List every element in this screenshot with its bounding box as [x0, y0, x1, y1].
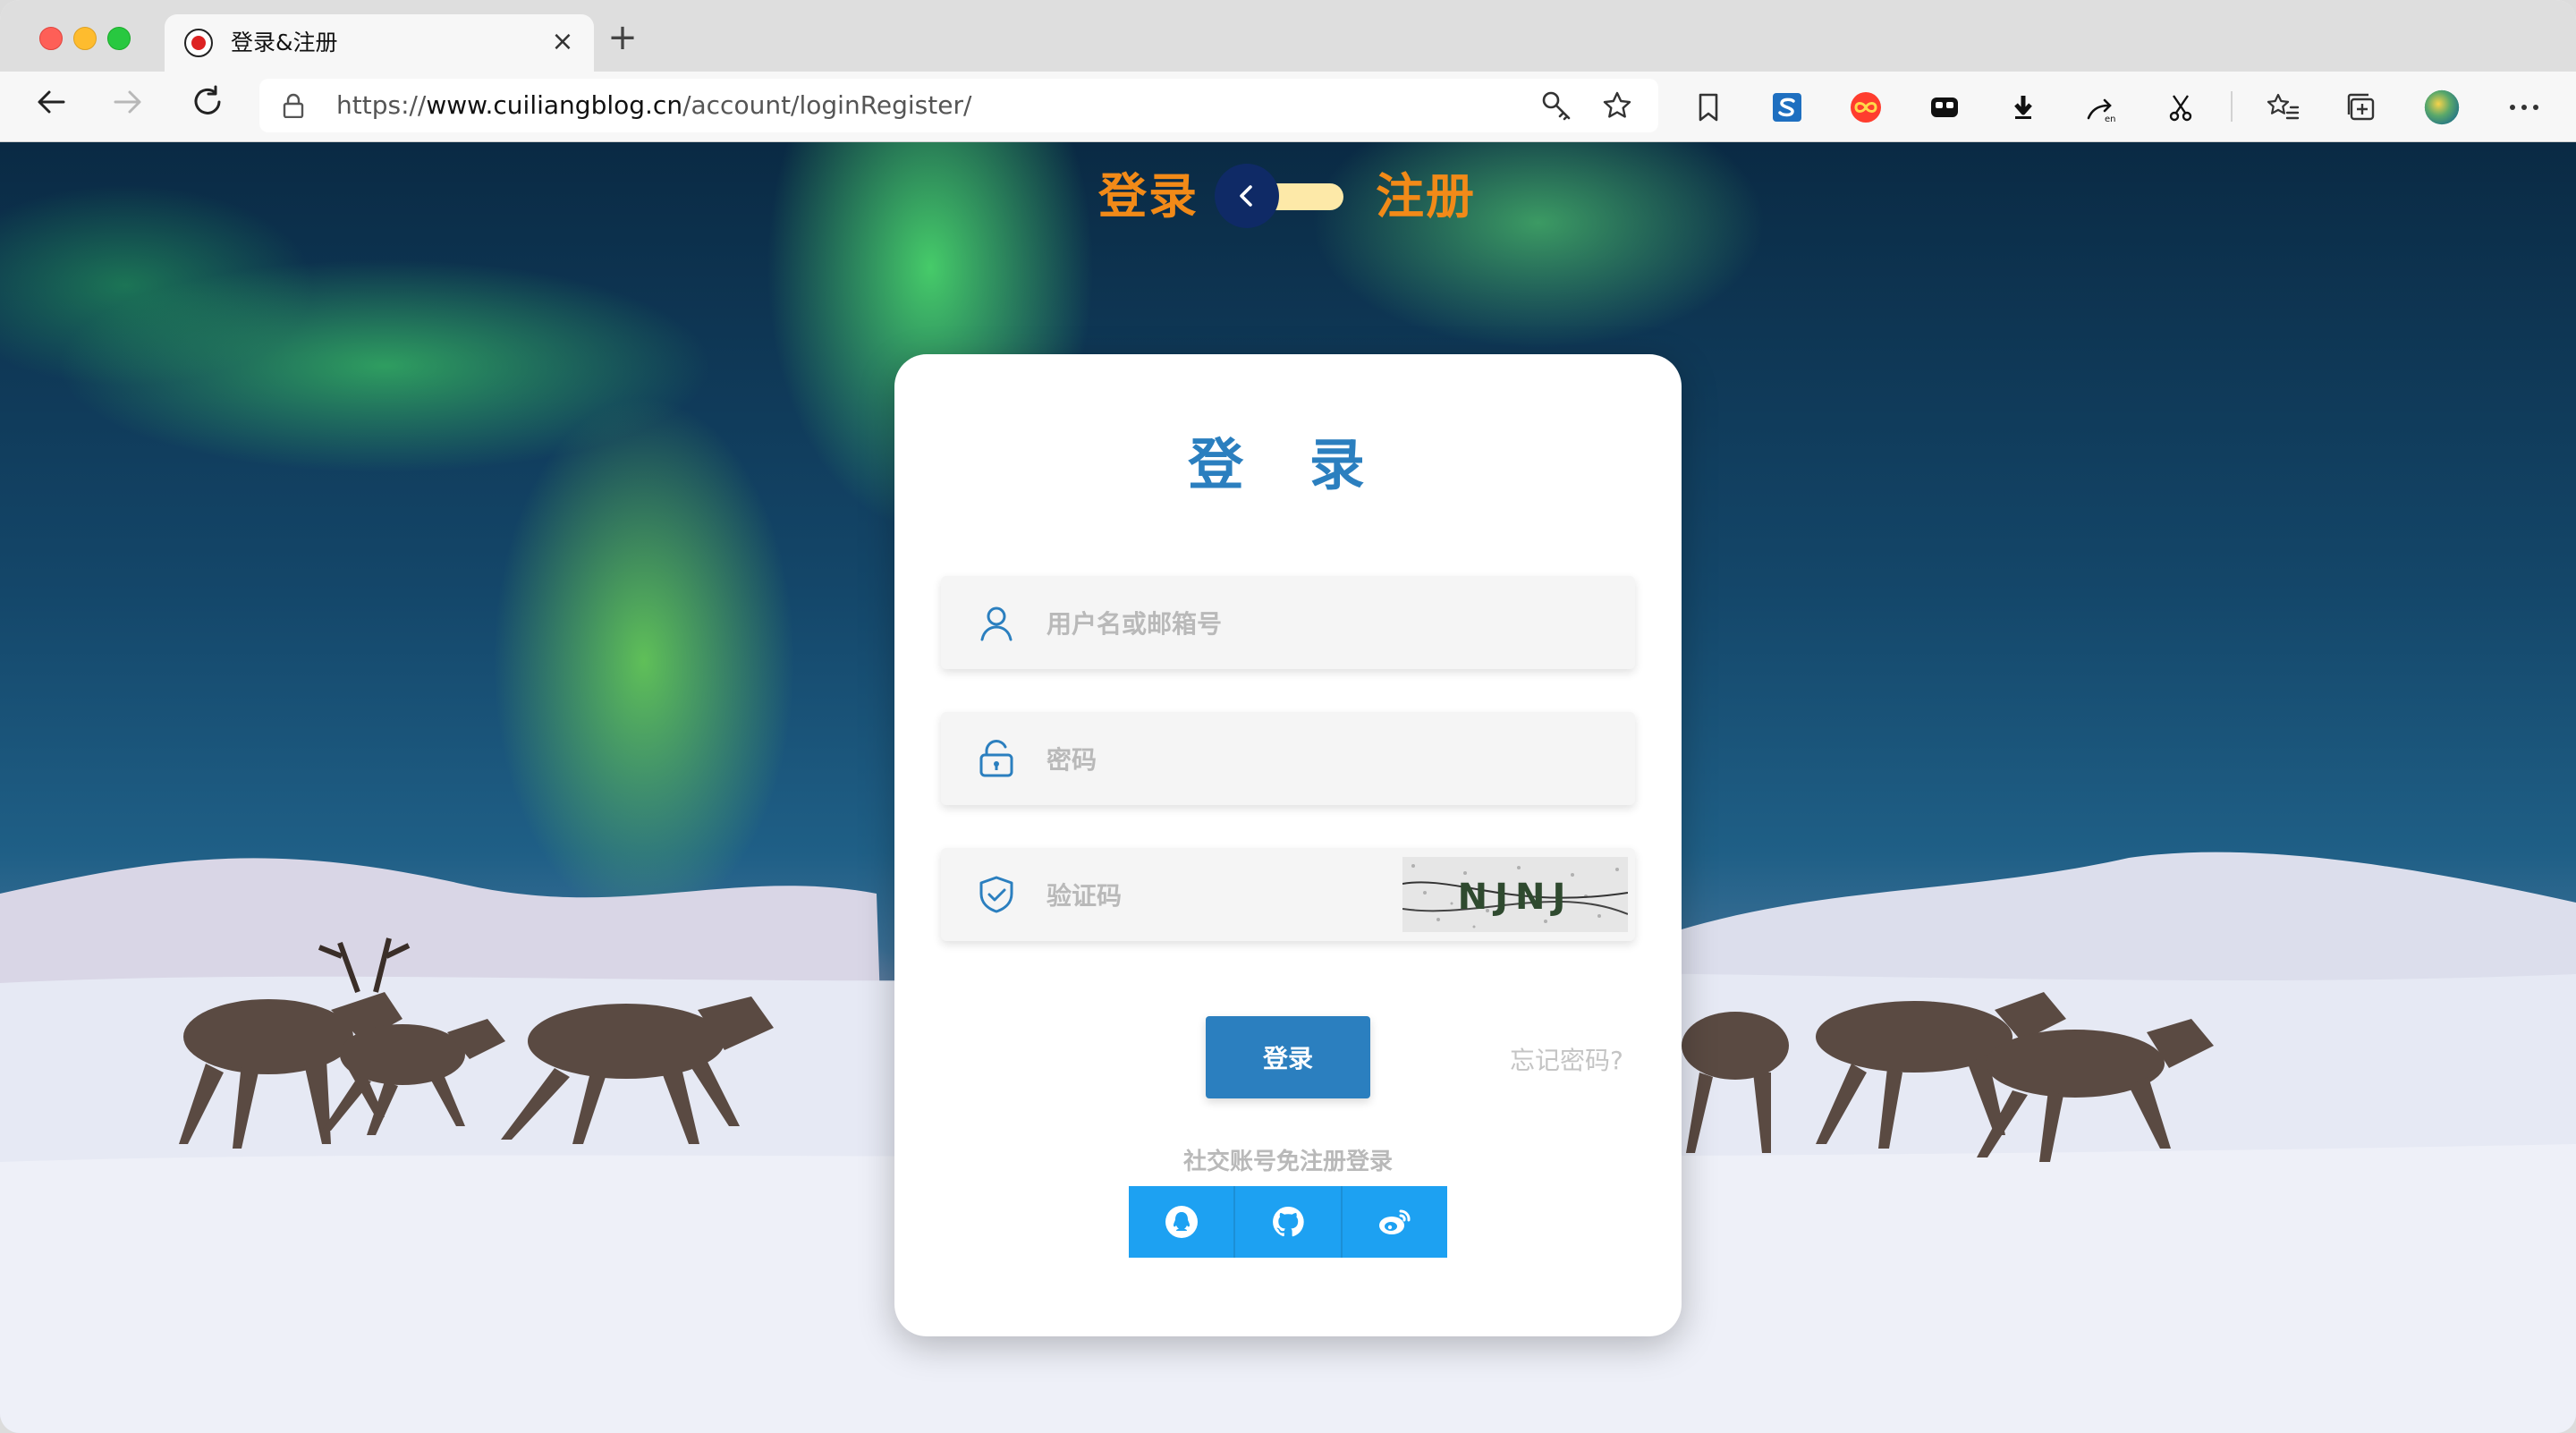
- password-input[interactable]: [1045, 735, 1424, 784]
- weibo-icon: [1379, 1209, 1411, 1234]
- toggle-chevron-left-icon[interactable]: [1215, 164, 1279, 228]
- mask-extension-icon[interactable]: [1927, 89, 1962, 125]
- maximize-window-button[interactable]: [107, 27, 131, 50]
- qq-login-button[interactable]: [1129, 1186, 1236, 1258]
- username-field[interactable]: [941, 576, 1635, 669]
- captcha-input[interactable]: [1045, 871, 1335, 920]
- svg-text:en: en: [2105, 114, 2116, 123]
- login-submit-button[interactable]: 登录: [1206, 1016, 1370, 1098]
- collections-icon[interactable]: [2343, 89, 2379, 125]
- minimize-window-button[interactable]: [73, 27, 97, 50]
- infinity-extension-icon[interactable]: [1848, 89, 1884, 125]
- lock-icon: [283, 93, 304, 118]
- forgot-password-link[interactable]: 忘记密码?: [1510, 1045, 1623, 1077]
- tab-title: 登录&注册: [231, 30, 338, 55]
- favorites-icon[interactable]: [2265, 89, 2301, 125]
- address-bar[interactable]: https://www.cuiliangblog.cn/account/logi…: [259, 79, 1658, 132]
- forward-icon[interactable]: [106, 84, 150, 129]
- key-icon[interactable]: [1540, 89, 1572, 122]
- github-login-button[interactable]: [1235, 1186, 1343, 1258]
- padlock-icon: [979, 740, 1013, 777]
- scissors-icon[interactable]: [2163, 89, 2199, 125]
- switch-register-label[interactable]: 注册: [1376, 165, 1476, 228]
- browser-toolbar: https://www.cuiliangblog.cn/account/logi…: [0, 72, 2576, 142]
- captcha-image[interactable]: NJNJ: [1402, 857, 1628, 932]
- reload-icon[interactable]: [184, 84, 229, 129]
- url-path: /account/loginRegister/: [682, 90, 972, 120]
- translate-icon[interactable]: en: [2084, 89, 2120, 125]
- more-icon[interactable]: [2506, 89, 2542, 125]
- reindeer-right-group: [1682, 992, 2214, 1162]
- login-title: 登 录: [1188, 432, 1388, 497]
- reindeer-left-group: [179, 937, 774, 1149]
- new-tab-icon[interactable]: +: [605, 20, 640, 55]
- profile-avatar[interactable]: [2424, 89, 2460, 125]
- page-content: 登录 注册 登 录 用户名或邮箱号 验证码 NJNJ 登录 忘记密码? 社交账号…: [0, 142, 2576, 1433]
- social-login-buttons: [1129, 1186, 1447, 1258]
- close-tab-icon[interactable]: ×: [547, 27, 578, 57]
- password-field[interactable]: [941, 712, 1635, 805]
- tab-strip: 登录&注册 × +: [0, 0, 2576, 72]
- close-window-button[interactable]: [39, 27, 63, 50]
- captcha-text: NJNJ: [1458, 877, 1573, 918]
- social-login-label: 社交账号免注册登录: [1182, 1149, 1393, 1175]
- shield-check-icon: [979, 876, 1013, 913]
- github-icon: [1273, 1206, 1304, 1237]
- s-extension-icon[interactable]: [1769, 89, 1805, 125]
- switch-login-label[interactable]: 登录: [1098, 165, 1199, 228]
- qq-icon: [1165, 1206, 1198, 1238]
- browser-tab[interactable]: 登录&注册 ×: [165, 14, 594, 72]
- username-input[interactable]: [1045, 599, 1424, 648]
- login-card: 登 录 用户名或邮箱号 验证码 NJNJ 登录 忘记密码? 社交账号免注册登录: [894, 354, 1682, 1336]
- url-text: https://www.cuiliangblog.cn/account/logi…: [336, 89, 971, 122]
- url-host: www.cuiliangblog.cn: [426, 90, 683, 120]
- site-favicon-icon: [184, 29, 213, 57]
- download-arrow-icon[interactable]: [2005, 89, 2041, 125]
- url-protocol: https://: [336, 90, 427, 120]
- weibo-login-button[interactable]: [1342, 1186, 1447, 1258]
- captcha-field[interactable]: NJNJ: [941, 848, 1635, 941]
- bookmark-icon[interactable]: [1690, 89, 1726, 125]
- user-icon: [980, 606, 1013, 641]
- toolbar-separator: [2231, 91, 2233, 122]
- browser-window: 登录&注册 × + https://www.cuiliangblog.cn/ac…: [0, 0, 2576, 1433]
- star-icon[interactable]: [1601, 89, 1633, 122]
- back-icon[interactable]: [29, 84, 73, 129]
